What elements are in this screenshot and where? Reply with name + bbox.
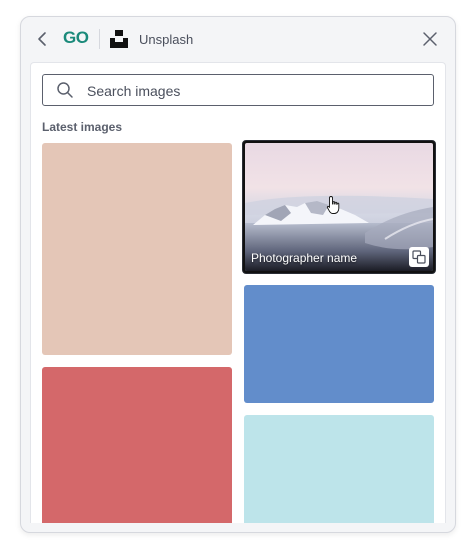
brand-logo: GO (63, 28, 89, 47)
image-tile[interactable] (42, 367, 232, 523)
unsplash-icon (109, 29, 129, 49)
mountain-photo: Photographer name (245, 143, 433, 271)
header-divider (99, 29, 100, 49)
image-tile-photo[interactable]: Photographer name (242, 140, 436, 274)
image-tile[interactable] (42, 143, 232, 355)
chevron-left-icon (38, 32, 46, 46)
search-box[interactable] (42, 74, 434, 106)
close-icon (423, 32, 437, 46)
unsplash-panel: GO Unsplash Latest images (20, 16, 456, 533)
provider-name: Unsplash (139, 32, 194, 47)
copy-icon (412, 250, 426, 264)
image-browser: Latest images (30, 62, 446, 523)
insert-image-button[interactable] (409, 247, 429, 267)
panel-header: GO Unsplash (21, 17, 455, 61)
image-tile[interactable] (244, 285, 434, 403)
close-button[interactable] (421, 30, 439, 48)
search-input[interactable] (85, 79, 419, 103)
section-title: Latest images (42, 120, 123, 134)
search-icon (57, 82, 73, 98)
image-tile[interactable] (244, 415, 434, 523)
photographer-name: Photographer name (251, 251, 358, 265)
back-button[interactable] (33, 29, 53, 49)
